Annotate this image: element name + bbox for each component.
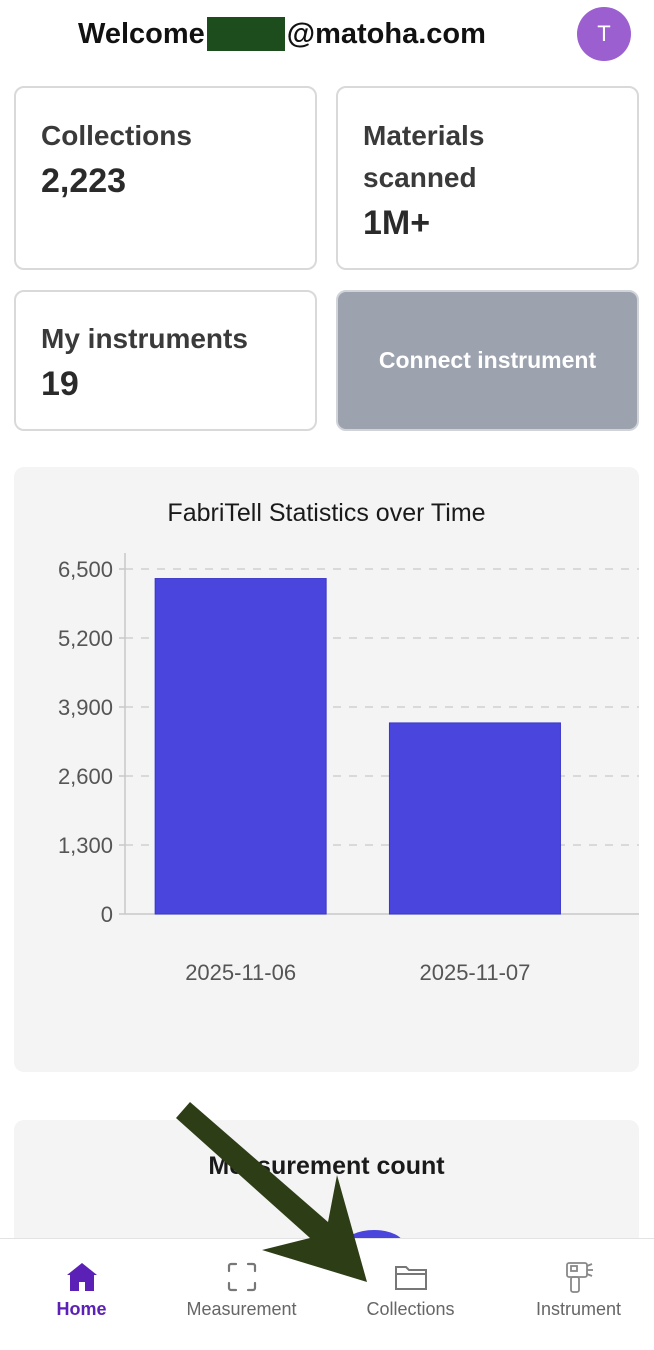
y-tick-label: 0 (101, 902, 113, 927)
y-tick-label: 5,200 (58, 626, 113, 651)
welcome-prefix: Welcome (78, 17, 205, 50)
measurement-count-title: Measurement count (208, 1152, 445, 1180)
welcome-text: Welcome @matoha.com (78, 17, 486, 51)
nav-collections-label: Collections (366, 1299, 455, 1319)
chart-bar (388, 722, 561, 915)
collections-card-value: 2,223 (41, 162, 127, 200)
y-tick-label: 6,500 (58, 557, 113, 582)
scan-frame-icon (227, 1262, 256, 1292)
materials-card-title-line2: scanned (363, 162, 477, 193)
collections-card[interactable]: Collections 2,223 (14, 86, 317, 270)
connect-instrument-button[interactable]: Connect instrument (336, 290, 639, 431)
nav-home-label: Home (56, 1299, 107, 1319)
collections-card-title: Collections (41, 120, 192, 151)
x-tick-label: 2025-11-07 (419, 960, 530, 985)
materials-card-value: 1M+ (363, 204, 431, 242)
avatar-initial: T (597, 21, 611, 46)
chart-bar (154, 578, 327, 915)
materials-scanned-card[interactable]: Materials scanned 1M+ (336, 86, 639, 270)
nav-measurement[interactable]: Measurement (160, 1239, 323, 1350)
redacted-username (206, 17, 285, 51)
my-instruments-card[interactable]: My instruments 19 (14, 290, 317, 431)
nav-measurement-label: Measurement (186, 1299, 297, 1319)
instruments-card-value: 19 (41, 365, 79, 403)
y-tick-label: 1,300 (58, 833, 113, 858)
connect-instrument-label: Connect instrument (378, 347, 597, 373)
folder-icon (394, 1266, 427, 1290)
home-icon (66, 1263, 97, 1291)
statistics-chart-panel: FabriTell Statistics over Time 0 1,300 2,6… (14, 467, 639, 1072)
avatar[interactable]: T (577, 7, 631, 61)
nav-home[interactable]: Home (0, 1239, 163, 1350)
nav-instrument-label: Instrument (535, 1299, 622, 1319)
instruments-card-title: My instruments (41, 323, 248, 354)
nav-collections[interactable]: Collections (329, 1239, 492, 1350)
header: Welcome @matoha.com T (0, 0, 654, 70)
nav-instrument[interactable]: Instrument (497, 1239, 654, 1350)
y-tick-label: 2,600 (58, 764, 113, 789)
materials-card-title-line1: Materials (363, 120, 485, 151)
scanner-gun-icon (565, 1262, 593, 1293)
welcome-email-domain: @matoha.com (286, 17, 486, 50)
y-tick-label: 3,900 (58, 695, 113, 720)
bottom-navigation: Home Measurement Collections Instrument (0, 1238, 654, 1350)
x-tick-label: 2025-11-06 (185, 960, 296, 985)
statistics-bar-chart: 0 1,300 2,600 3,900 5,200 6,500 2025-11-06 2025… (58, 553, 639, 985)
